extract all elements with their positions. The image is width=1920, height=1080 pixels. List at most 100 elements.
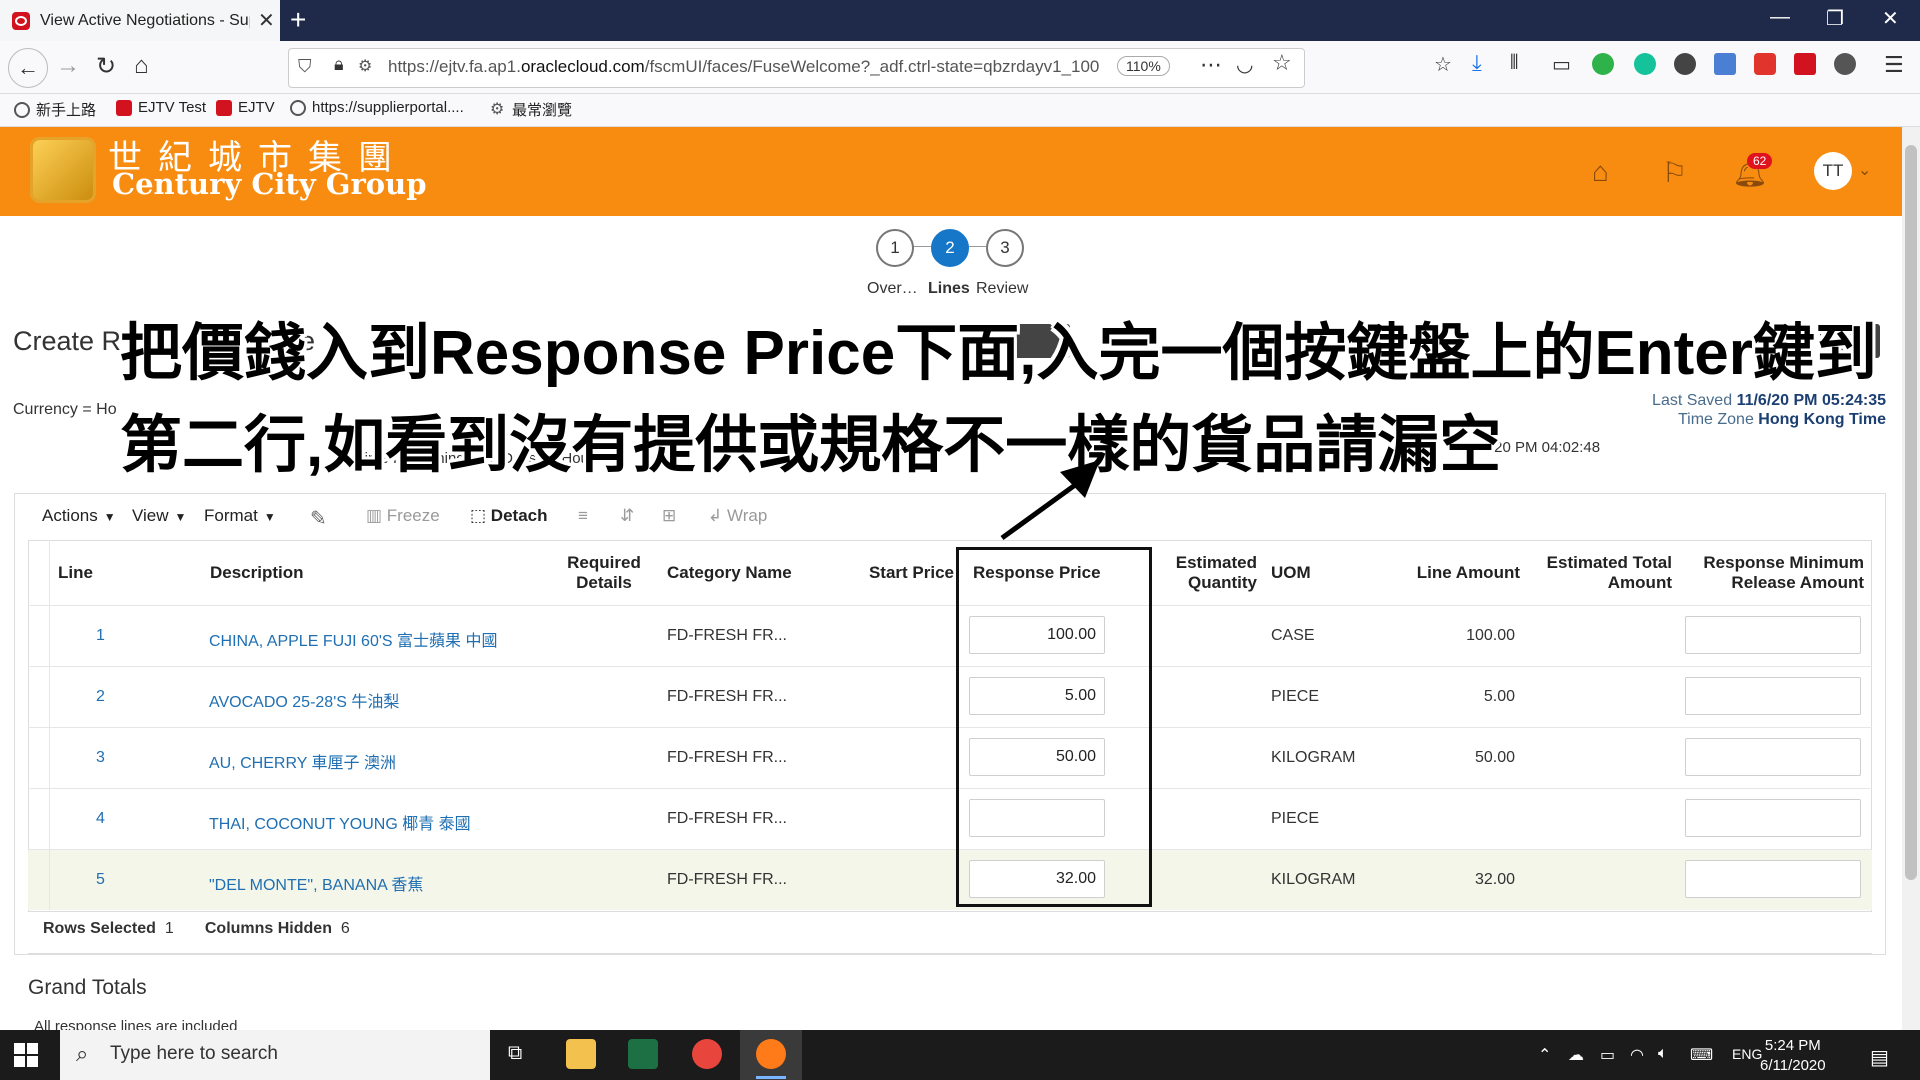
chrome-icon[interactable]: [692, 1039, 722, 1069]
home-nav-icon[interactable]: ⌂: [1592, 156, 1609, 188]
close-tab-icon[interactable]: ✕: [258, 8, 275, 33]
format-menu[interactable]: Format ▼: [204, 506, 276, 526]
train-label-lines[interactable]: Lines: [928, 280, 970, 298]
col-header-line[interactable]: Line: [58, 540, 158, 605]
lock-icon[interactable]: 🔒︎: [334, 54, 344, 75]
notification-count-badge: 62: [1747, 153, 1773, 169]
row-2-response-minimum-input[interactable]: [1685, 677, 1861, 715]
scrollbar-thumb[interactable]: [1905, 145, 1917, 880]
train-step-lines[interactable]: 2: [931, 229, 969, 267]
library-icon[interactable]: ⫴: [1510, 52, 1518, 75]
notification-center-icon[interactable]: ▤: [1870, 1045, 1889, 1070]
row-3-response-minimum-input[interactable]: [1685, 738, 1861, 776]
back-icon[interactable]: ←: [8, 48, 48, 88]
detach-button[interactable]: ⬚ Detach: [470, 506, 547, 526]
row-5-line[interactable]: 5: [96, 871, 105, 889]
file-explorer-icon[interactable]: [566, 1039, 596, 1069]
sort-icon[interactable]: ⇵: [620, 506, 634, 526]
bookmark-ejtv-test[interactable]: EJTV Test: [116, 99, 206, 116]
columns-icon[interactable]: ⊞: [662, 506, 676, 526]
bookmark-extension-icon[interactable]: [1714, 53, 1736, 75]
extensions-icon[interactable]: [1834, 53, 1856, 75]
row-4-response-minimum-input[interactable]: [1685, 799, 1861, 837]
row-1-response-minimum-input[interactable]: [1685, 616, 1861, 654]
user-avatar[interactable]: TT: [1814, 152, 1852, 190]
row-3-line[interactable]: 3: [96, 749, 105, 767]
bookmark-star-icon[interactable]: ☆: [1272, 50, 1292, 76]
task-view-icon[interactable]: ⧉: [508, 1042, 522, 1065]
home-icon[interactable]: ⌂: [134, 52, 149, 80]
col-header-uom[interactable]: UOM: [1271, 540, 1371, 605]
forward-icon[interactable]: →: [56, 52, 80, 80]
col-header-estimated-quantity[interactable]: Estimated Quantity: [1150, 540, 1257, 605]
volume-icon[interactable]: 🔈︎: [1658, 1045, 1668, 1063]
onedrive-icon[interactable]: ☁: [1568, 1045, 1584, 1065]
permissions-icon[interactable]: ⚙: [358, 56, 372, 76]
col-header-description[interactable]: Description: [210, 540, 510, 605]
close-window-icon[interactable]: ✕: [1882, 6, 1899, 31]
row-5-response-minimum-input[interactable]: [1685, 860, 1861, 898]
bookmark-supplierportal[interactable]: https://supplierportal....: [290, 99, 464, 116]
pocket-icon[interactable]: ◡: [1236, 52, 1253, 77]
col-header-required-details[interactable]: Required Details: [540, 540, 668, 605]
bookmark-ejtv[interactable]: EJTV: [216, 99, 275, 116]
taskbar-clock[interactable]: 5:24 PM 6/11/2020: [1760, 1036, 1826, 1076]
minimize-icon[interactable]: —: [1770, 6, 1790, 29]
sidebar-icon[interactable]: ▭: [1552, 52, 1571, 77]
col-header-start-price[interactable]: Start Price: [846, 540, 954, 605]
page-actions-icon[interactable]: ⋯: [1200, 52, 1222, 78]
restore-icon[interactable]: ❐: [1826, 6, 1844, 31]
row-1-description[interactable]: CHINA, APPLE FUJI 60'S 富士蘋果 中國: [209, 627, 497, 651]
col-header-response-minimum[interactable]: Response Minimum Release Amount: [1684, 540, 1864, 605]
download-icon[interactable]: ⤓: [1472, 50, 1482, 76]
view-menu[interactable]: View ▼: [132, 506, 186, 526]
keyboard-icon[interactable]: ⌨: [1690, 1045, 1713, 1065]
row-1-line[interactable]: 1: [96, 627, 105, 645]
row-5-description[interactable]: "DEL MONTE", BANANA 香蕉: [209, 871, 423, 895]
shield-icon[interactable]: ⛉: [298, 56, 312, 77]
windows-start-icon[interactable]: [14, 1043, 38, 1067]
freeze-button[interactable]: ▥ Freeze: [366, 506, 440, 526]
excel-icon[interactable]: [628, 1039, 658, 1069]
bookmark-most-visited[interactable]: ⚙ 最常瀏覽: [490, 99, 572, 120]
tray-chevron-up-icon[interactable]: ⌃: [1538, 1045, 1551, 1065]
col-header-estimated-total[interactable]: Estimated Total Amount: [1530, 540, 1672, 605]
wifi-icon[interactable]: ◠: [1630, 1045, 1644, 1065]
wrap-lines-icon[interactable]: ≡: [578, 506, 588, 526]
train-step-overview[interactable]: 1: [876, 229, 914, 267]
edit-pencil-icon[interactable]: ✎: [310, 506, 327, 531]
row-2-description[interactable]: AVOCADO 25-28'S 牛油梨: [209, 688, 399, 712]
grand-totals-heading: Grand Totals: [28, 976, 147, 999]
chevron-down-icon[interactable]: ⌄: [1858, 160, 1871, 180]
new-tab-icon[interactable]: +: [290, 4, 306, 36]
input-language[interactable]: ENG: [1732, 1046, 1762, 1062]
zoom-level[interactable]: 110%: [1117, 56, 1170, 76]
adblock-icon[interactable]: [1754, 53, 1776, 75]
train-label-review[interactable]: Review: [976, 280, 1028, 298]
col-header-line-amount[interactable]: Line Amount: [1380, 540, 1520, 605]
battery-icon[interactable]: ▭: [1600, 1045, 1615, 1065]
pdf-extension-icon[interactable]: [1794, 53, 1816, 75]
row-4-description[interactable]: THAI, COCONUT YOUNG 椰青 泰國: [209, 810, 471, 834]
instruction-annotation-line-1: 把價錢入到Response Price下面,入完一個按鍵盤上的Enter鍵到: [120, 319, 1877, 388]
menu-icon[interactable]: ☰: [1884, 52, 1904, 78]
reading-list-icon[interactable]: ☆: [1434, 52, 1452, 77]
row-2-line[interactable]: 2: [96, 688, 105, 706]
bookmark-getting-started[interactable]: 新手上路: [14, 99, 96, 120]
train-label-overview[interactable]: Over…: [867, 280, 918, 298]
firefox-icon[interactable]: [756, 1039, 786, 1069]
taskbar-search-placeholder[interactable]: Type here to search: [110, 1043, 278, 1065]
browser-tab[interactable]: View Active Negotiations - Sup ✕: [0, 0, 280, 41]
grammarly-icon[interactable]: [1634, 53, 1656, 75]
check-extension-icon[interactable]: [1592, 53, 1614, 75]
row-3-description[interactable]: AU, CHERRY 車厘子 澳洲: [209, 749, 396, 773]
row-4-line[interactable]: 4: [96, 810, 105, 828]
wrap-button[interactable]: ↲ Wrap: [708, 506, 767, 526]
url-text[interactable]: https://ejtv.fa.ap1.oraclecloud.com/fscm…: [388, 57, 1099, 77]
train-step-review[interactable]: 3: [986, 229, 1024, 267]
account-icon[interactable]: [1674, 53, 1696, 75]
favorites-flag-icon[interactable]: ⚐: [1662, 156, 1687, 189]
col-header-category[interactable]: Category Name: [667, 540, 847, 605]
actions-menu[interactable]: Actions ▼: [42, 506, 116, 526]
reload-icon[interactable]: ↻: [96, 52, 116, 81]
